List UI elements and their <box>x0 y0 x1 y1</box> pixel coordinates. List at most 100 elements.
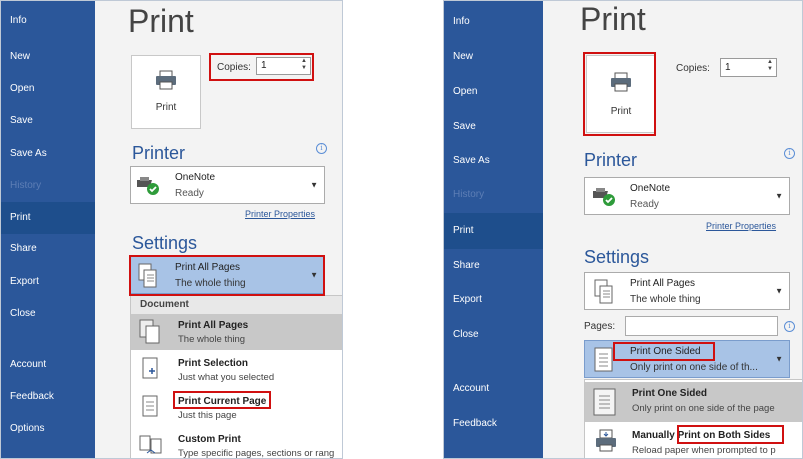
spinner-arrows[interactable]: ▲ ▼ <box>766 59 774 76</box>
nav-save[interactable]: Save <box>1 107 95 135</box>
sided-select[interactable]: Print One Sided Only print on one side o… <box>584 340 790 378</box>
range-title: Print All Pages <box>175 262 241 273</box>
nav-new[interactable]: New <box>444 43 543 71</box>
printer-ready-icon <box>137 177 159 195</box>
range-subtitle: The whole thing <box>630 294 701 305</box>
pages-icon <box>139 319 160 344</box>
nav-print[interactable]: Print <box>444 213 543 249</box>
printer-heading: Printer <box>132 143 186 163</box>
menu-item-subtitle: The whole thing <box>178 334 246 345</box>
menu-item-title: Custom Print <box>178 434 241 445</box>
menu-item-title: Manually Print on Both Sides <box>632 430 771 441</box>
print-pane: Print Print Copies: 1 ▲ ▼ Printer i OneNo… <box>95 1 342 458</box>
sided-menu: Print One Sided Only print on one side o… <box>584 379 802 458</box>
nav-save-as[interactable]: Save As <box>1 140 95 168</box>
nav-feedback[interactable]: Feedback <box>444 410 543 438</box>
copies-spinner[interactable]: 1 ▲ ▼ <box>256 57 311 75</box>
print-button[interactable]: Print <box>131 55 201 129</box>
pages-icon <box>594 279 613 304</box>
menu-item-title: Print Selection <box>178 358 249 369</box>
copies-value: 1 <box>261 60 267 71</box>
info-icon[interactable]: i <box>784 148 795 159</box>
nav-info[interactable]: Info <box>1 7 95 35</box>
page-title: Print <box>580 1 646 37</box>
nav-close[interactable]: Close <box>444 321 543 349</box>
backstage-sidebar: Info New Open Save Save As History Print… <box>444 1 543 458</box>
settings-heading: Settings <box>132 233 198 253</box>
nav-feedback[interactable]: Feedback <box>1 383 95 411</box>
right-screenshot: Info New Open Save Save As History Print… <box>443 0 803 459</box>
page-icon <box>142 395 158 417</box>
nav-export[interactable]: Export <box>444 286 543 314</box>
print-button-label: Print <box>610 106 632 117</box>
nav-share[interactable]: Share <box>1 235 95 263</box>
menu-item-subtitle: Just this page <box>178 410 237 421</box>
print-button-label: Print <box>155 102 177 113</box>
printer-name: OneNote <box>175 172 216 183</box>
nav-share[interactable]: Share <box>444 252 543 280</box>
printer-status: Ready <box>630 199 659 210</box>
printer-properties-link[interactable]: Printer Properties <box>245 209 315 219</box>
pages-icon <box>138 263 157 288</box>
range-title: Print All Pages <box>630 278 696 289</box>
print-button[interactable]: Print <box>586 55 656 133</box>
nav-new[interactable]: New <box>1 43 95 71</box>
nav-open[interactable]: Open <box>444 78 543 106</box>
pages-label: Pages: <box>584 321 616 332</box>
menu-item-subtitle: Just what you selected <box>178 372 275 383</box>
copies-value: 1 <box>725 62 731 73</box>
menu-item-print-selection[interactable]: Print Selection Just what you selected <box>131 352 342 388</box>
chevron-down-icon: ▼ <box>775 354 783 364</box>
menu-item-print-all-pages[interactable]: Print All Pages The whole thing <box>131 314 342 350</box>
menu-item-print-one-sided[interactable]: Print One Sided Only print on one side o… <box>585 382 802 422</box>
printer-properties-link[interactable]: Printer Properties <box>706 221 776 231</box>
left-screenshot: Info New Open Save Save As History Print… <box>0 0 343 459</box>
printer-heading: Printer <box>584 150 638 170</box>
copies-label: Copies: <box>676 63 710 74</box>
selection-icon <box>142 357 158 379</box>
printer-select[interactable]: OneNote Ready ▼ <box>584 177 790 215</box>
nav-options[interactable]: Options <box>1 415 95 443</box>
range-subtitle: The whole thing <box>175 278 246 289</box>
backstage-sidebar: Info New Open Save Save As History Print… <box>1 1 95 458</box>
printer-ready-icon <box>593 188 615 206</box>
spinner-arrows[interactable]: ▲ ▼ <box>300 58 308 74</box>
printer-select[interactable]: OneNote Ready ▼ <box>130 166 325 204</box>
menu-item-subtitle: Only print on one side of the page <box>632 403 775 414</box>
menu-group-header: Document <box>131 296 342 314</box>
menu-item-print-current-page[interactable]: Print Current Page Just this page <box>131 390 342 426</box>
chevron-down-icon: ▼ <box>775 286 783 296</box>
print-range-select[interactable]: Print All Pages The whole thing ▼ <box>130 256 325 294</box>
page-title: Print <box>128 3 194 39</box>
menu-item-title: Print Current Page <box>178 396 267 407</box>
info-icon[interactable]: i <box>316 143 327 154</box>
nav-print[interactable]: Print <box>1 202 95 234</box>
custom-pages-icon <box>139 435 162 454</box>
printer-status: Ready <box>175 188 204 199</box>
menu-item-title: Print All Pages <box>178 320 249 331</box>
menu-item-title: Print One Sided <box>632 388 708 399</box>
print-range-select[interactable]: Print All Pages The whole thing ▼ <box>584 272 790 310</box>
nav-close[interactable]: Close <box>1 300 95 328</box>
nav-account[interactable]: Account <box>1 351 95 379</box>
nav-save[interactable]: Save <box>444 113 543 141</box>
nav-export[interactable]: Export <box>1 268 95 296</box>
nav-history: History <box>10 180 42 191</box>
copies-spinner[interactable]: 1 ▲ ▼ <box>720 58 777 77</box>
chevron-down-icon: ▼ <box>310 180 318 190</box>
sided-subtitle: Only print on one side of th... <box>630 362 758 373</box>
nav-save-as[interactable]: Save As <box>444 147 543 175</box>
printer-name: OneNote <box>630 183 671 194</box>
one-sided-icon <box>593 388 616 416</box>
info-icon[interactable]: i <box>784 321 795 332</box>
menu-item-manual-duplex[interactable]: Manually Print on Both Sides Reload pape… <box>585 424 802 458</box>
nav-open[interactable]: Open <box>1 75 95 103</box>
chevron-down-icon: ▼ <box>310 270 318 280</box>
sided-title: Print One Sided <box>630 346 701 357</box>
nav-account[interactable]: Account <box>444 375 543 403</box>
pages-input[interactable] <box>625 316 778 336</box>
menu-item-custom-print[interactable]: Custom Print Type specific pages, sectio… <box>131 428 342 459</box>
nav-info[interactable]: Info <box>444 8 543 36</box>
menu-item-subtitle: Type specific pages, sections or rang <box>178 448 335 459</box>
copies-label: Copies: <box>217 62 251 73</box>
